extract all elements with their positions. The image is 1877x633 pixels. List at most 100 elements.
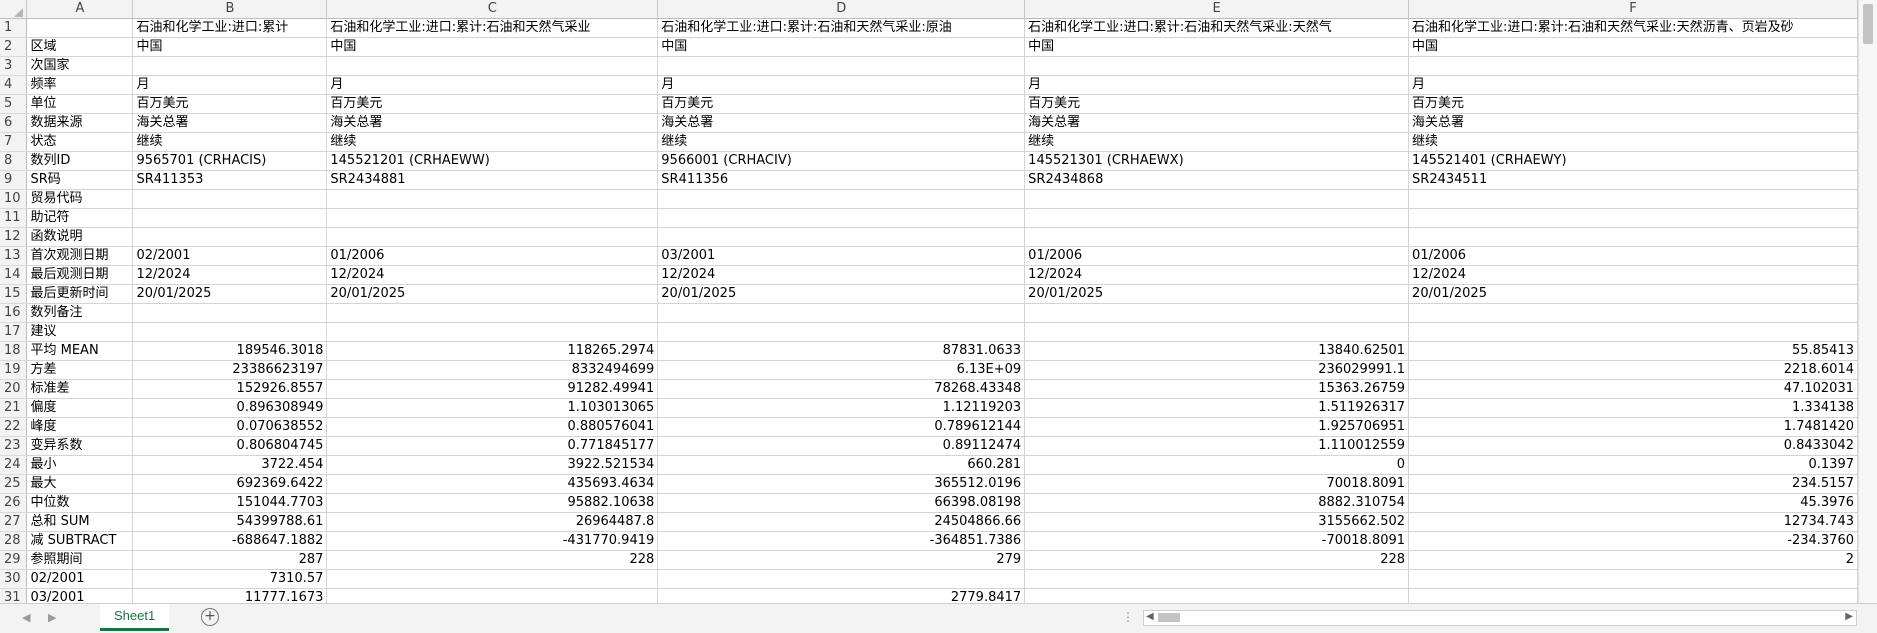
cell-e[interactable] (1024, 303, 1410, 323)
cell-c[interactable]: 石油和化学工业:进口:累计:石油和天然气采业 (326, 18, 659, 38)
cell-c[interactable] (326, 189, 659, 209)
cell-b[interactable] (132, 189, 328, 209)
cell-b[interactable] (132, 227, 328, 247)
row-header[interactable]: 3 (0, 56, 28, 76)
horizontal-scrollbar[interactable]: ◀ ▶ (1143, 610, 1857, 626)
next-sheet-icon[interactable]: ▶ (48, 611, 56, 624)
cell-e[interactable]: -70018.8091 (1024, 531, 1410, 551)
cell-c[interactable]: SR2434881 (326, 170, 659, 190)
cell-e[interactable] (1024, 56, 1410, 76)
cell-f[interactable]: 2218.6014 (1408, 360, 1858, 380)
row-header[interactable]: 28 (0, 531, 28, 551)
cell-d[interactable]: 0.789612144 (657, 417, 1026, 437)
row-header[interactable]: 26 (0, 493, 28, 513)
cell-f[interactable]: 01/2006 (1408, 246, 1858, 266)
cell-a[interactable]: 最大 (26, 474, 134, 494)
cell-e[interactable]: 3155662.502 (1024, 512, 1410, 532)
spreadsheet-grid[interactable]: A B C D E F 1 石油和化学工业:进口:累计 石油和化学工业:进口:累计:… (0, 0, 1858, 603)
cell-d[interactable]: 月 (657, 75, 1026, 95)
cell-b[interactable] (132, 208, 328, 228)
cell-c[interactable]: 26964487.8 (326, 512, 659, 532)
cell-a[interactable]: 平均 MEAN (26, 341, 134, 361)
cell-c[interactable] (326, 208, 659, 228)
cell-d[interactable]: 87831.0633 (657, 341, 1026, 361)
cell-b[interactable]: 7310.57 (132, 569, 328, 589)
cell-d[interactable]: 24504866.66 (657, 512, 1026, 532)
cell-b[interactable] (132, 303, 328, 323)
cell-d[interactable]: 百万美元 (657, 94, 1026, 114)
row-header[interactable]: 21 (0, 398, 28, 418)
cell-c[interactable]: 95882.10638 (326, 493, 659, 513)
add-sheet-icon[interactable]: + (201, 608, 219, 626)
cell-e[interactable]: SR2434868 (1024, 170, 1410, 190)
cell-a[interactable]: 最小 (26, 455, 134, 475)
column-header-c[interactable]: C (326, 0, 659, 19)
row-header[interactable]: 5 (0, 94, 28, 114)
horizontal-scroll-thumb[interactable] (1158, 613, 1180, 622)
cell-c[interactable] (326, 303, 659, 323)
cell-a[interactable]: 最后更新时间 (26, 284, 134, 304)
cell-f[interactable]: 百万美元 (1408, 94, 1858, 114)
row-header[interactable]: 8 (0, 151, 28, 171)
cell-c[interactable]: 435693.4634 (326, 474, 659, 494)
cell-a[interactable]: 峰度 (26, 417, 134, 437)
select-all-corner[interactable] (0, 0, 28, 19)
cell-e[interactable]: 12/2024 (1024, 265, 1410, 285)
cell-a[interactable]: 变异系数 (26, 436, 134, 456)
cell-b[interactable]: 23386623197 (132, 360, 328, 380)
cell-d[interactable]: 9566001 (CRHACIV) (657, 151, 1026, 171)
cell-a[interactable]: 中位数 (26, 493, 134, 513)
cell-e[interactable] (1024, 208, 1410, 228)
cell-e[interactable]: 0 (1024, 455, 1410, 475)
cell-e[interactable]: 月 (1024, 75, 1410, 95)
row-header[interactable]: 27 (0, 512, 28, 532)
cell-c[interactable] (326, 588, 659, 603)
cell-b[interactable]: 石油和化学工业:进口:累计 (132, 18, 328, 38)
cell-b[interactable]: 12/2024 (132, 265, 328, 285)
scroll-right-icon[interactable]: ▶ (1845, 611, 1853, 622)
cell-c[interactable]: -431770.9419 (326, 531, 659, 551)
cell-d[interactable]: 12/2024 (657, 265, 1026, 285)
row-header[interactable]: 4 (0, 75, 28, 95)
row-header[interactable]: 1 (0, 18, 28, 38)
row-header[interactable]: 9 (0, 170, 28, 190)
cell-f[interactable]: 234.5157 (1408, 474, 1858, 494)
cell-a[interactable]: 标准差 (26, 379, 134, 399)
cell-e[interactable] (1024, 189, 1410, 209)
column-header-a[interactable]: A (26, 0, 134, 19)
cell-f[interactable]: 中国 (1408, 37, 1858, 57)
cell-c[interactable]: 0.771845177 (326, 436, 659, 456)
cell-c[interactable]: 01/2006 (326, 246, 659, 266)
cell-b[interactable]: 287 (132, 550, 328, 570)
cell-d[interactable] (657, 56, 1026, 76)
cell-f[interactable] (1408, 208, 1858, 228)
cell-b[interactable] (132, 56, 328, 76)
cell-c[interactable]: 月 (326, 75, 659, 95)
row-header[interactable]: 24 (0, 455, 28, 475)
cell-e[interactable]: 13840.62501 (1024, 341, 1410, 361)
cell-c[interactable]: 20/01/2025 (326, 284, 659, 304)
cell-e[interactable]: 8882.310754 (1024, 493, 1410, 513)
cell-b[interactable]: 20/01/2025 (132, 284, 328, 304)
row-header[interactable]: 23 (0, 436, 28, 456)
cell-b[interactable]: 月 (132, 75, 328, 95)
cell-f[interactable]: 145521401 (CRHAEWY) (1408, 151, 1858, 171)
cell-c[interactable]: 3922.521534 (326, 455, 659, 475)
row-header[interactable]: 19 (0, 360, 28, 380)
cell-b[interactable]: 189546.3018 (132, 341, 328, 361)
cell-c[interactable]: 海关总署 (326, 113, 659, 133)
cell-d[interactable]: SR411356 (657, 170, 1026, 190)
cell-e[interactable]: 1.110012559 (1024, 436, 1410, 456)
cell-e[interactable]: 中国 (1024, 37, 1410, 57)
cell-b[interactable] (132, 322, 328, 342)
cell-d[interactable]: 78268.43348 (657, 379, 1026, 399)
cell-f[interactable]: 月 (1408, 75, 1858, 95)
cell-d[interactable]: 石油和化学工业:进口:累计:石油和天然气采业:原油 (657, 18, 1026, 38)
cell-a[interactable]: 频率 (26, 75, 134, 95)
cell-a[interactable]: 区域 (26, 37, 134, 57)
cell-a[interactable]: 方差 (26, 360, 134, 380)
cell-a[interactable]: 状态 (26, 132, 134, 152)
cell-e[interactable]: 15363.26759 (1024, 379, 1410, 399)
cell-f[interactable]: 20/01/2025 (1408, 284, 1858, 304)
tab-split-handle-icon[interactable]: ⋮ (1122, 610, 1134, 624)
